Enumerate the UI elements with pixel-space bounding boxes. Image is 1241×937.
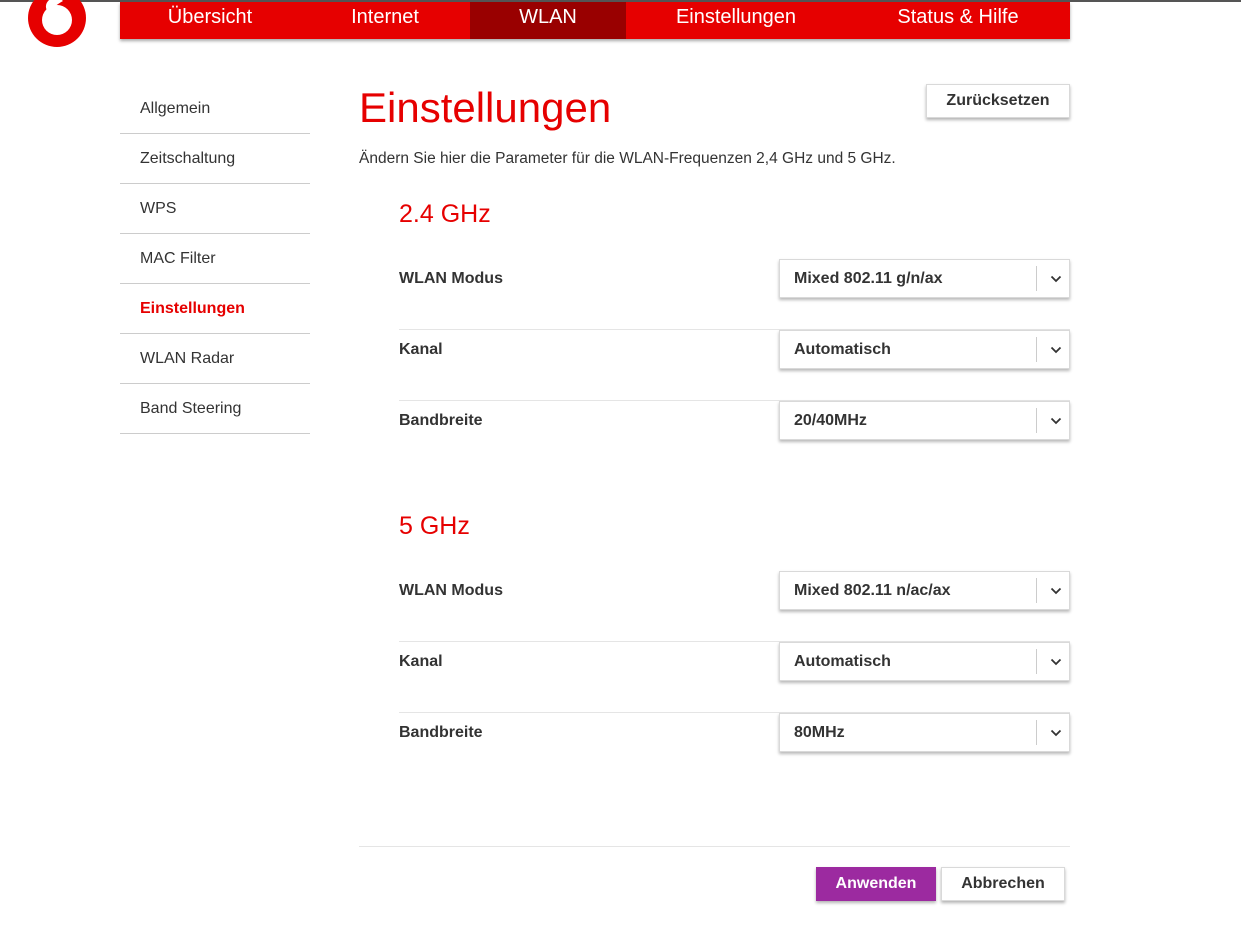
bandwidth-select-24[interactable]: 20/40MHz: [779, 401, 1070, 440]
chevron-down-icon: [1042, 714, 1070, 751]
nav-wlan[interactable]: WLAN: [470, 2, 626, 39]
select-divider: [1036, 266, 1037, 291]
main-navigation: Übersicht Internet WLAN Einstellungen St…: [120, 2, 1070, 39]
bandwidth-select-5[interactable]: 80MHz: [779, 713, 1070, 752]
sidebar-item-schedule[interactable]: Zeitschaltung: [120, 134, 310, 184]
select-value: Automatisch: [794, 653, 891, 670]
sidebar-item-wlan-radar[interactable]: WLAN Radar: [120, 334, 310, 384]
wlan-mode-select-5[interactable]: Mixed 802.11 n/ac/ax: [779, 571, 1070, 610]
wlan-mode-label: WLAN Modus: [399, 270, 503, 287]
channel-label: Kanal: [399, 341, 443, 358]
select-value: Mixed 802.11 g/n/ax: [794, 270, 943, 287]
select-divider: [1036, 720, 1037, 745]
nav-settings[interactable]: Einstellungen: [626, 2, 846, 39]
chevron-down-icon: [1042, 331, 1070, 368]
sidebar-item-band-steering[interactable]: Band Steering: [120, 384, 310, 434]
chevron-down-icon: [1042, 260, 1070, 297]
page-description: Ändern Sie hier die Parameter für die WL…: [359, 150, 896, 167]
sidebar-item-mac-filter[interactable]: MAC Filter: [120, 234, 310, 284]
sidebar-item-settings[interactable]: Einstellungen: [120, 284, 310, 334]
vodafone-logo[interactable]: [27, 0, 87, 48]
row-5-bandwidth: Bandbreite 80MHz: [399, 713, 1070, 784]
select-value: Automatisch: [794, 341, 891, 358]
chevron-down-icon: [1042, 643, 1070, 680]
select-divider: [1036, 408, 1037, 433]
sidebar-item-general[interactable]: Allgemein: [120, 84, 310, 134]
select-value: Mixed 802.11 n/ac/ax: [794, 582, 951, 599]
cancel-button[interactable]: Abbrechen: [941, 867, 1065, 901]
row-24-channel: Kanal Automatisch: [399, 330, 1070, 401]
sidebar-item-wps[interactable]: WPS: [120, 184, 310, 234]
apply-button[interactable]: Anwenden: [816, 867, 936, 901]
wlan-mode-select-24[interactable]: Mixed 802.11 g/n/ax: [779, 259, 1070, 298]
nav-overview[interactable]: Übersicht: [120, 2, 300, 39]
row-5-wlan-mode: WLAN Modus Mixed 802.11 n/ac/ax: [399, 571, 1070, 642]
select-value: 20/40MHz: [794, 412, 867, 429]
section-title-24ghz: 2.4 GHz: [399, 200, 491, 228]
footer-divider: [359, 846, 1070, 847]
row-24-bandwidth: Bandbreite 20/40MHz: [399, 401, 1070, 472]
chevron-down-icon: [1042, 572, 1070, 609]
sidebar: Allgemein Zeitschaltung WPS MAC Filter E…: [120, 84, 310, 434]
nav-internet[interactable]: Internet: [300, 2, 470, 39]
select-divider: [1036, 649, 1037, 674]
row-24-wlan-mode: WLAN Modus Mixed 802.11 g/n/ax: [399, 259, 1070, 330]
reset-button[interactable]: Zurücksetzen: [926, 84, 1070, 118]
select-divider: [1036, 578, 1037, 603]
select-divider: [1036, 337, 1037, 362]
channel-select-24[interactable]: Automatisch: [779, 330, 1070, 369]
nav-status-help[interactable]: Status & Hilfe: [846, 2, 1070, 39]
row-5-channel: Kanal Automatisch: [399, 642, 1070, 713]
bandwidth-label: Bandbreite: [399, 412, 483, 429]
section-title-5ghz: 5 GHz: [399, 512, 470, 540]
page-title: Einstellungen: [359, 84, 612, 131]
channel-label: Kanal: [399, 653, 443, 670]
chevron-down-icon: [1042, 402, 1070, 439]
bandwidth-label: Bandbreite: [399, 724, 483, 741]
select-value: 80MHz: [794, 724, 845, 741]
channel-select-5[interactable]: Automatisch: [779, 642, 1070, 681]
wlan-mode-label: WLAN Modus: [399, 582, 503, 599]
